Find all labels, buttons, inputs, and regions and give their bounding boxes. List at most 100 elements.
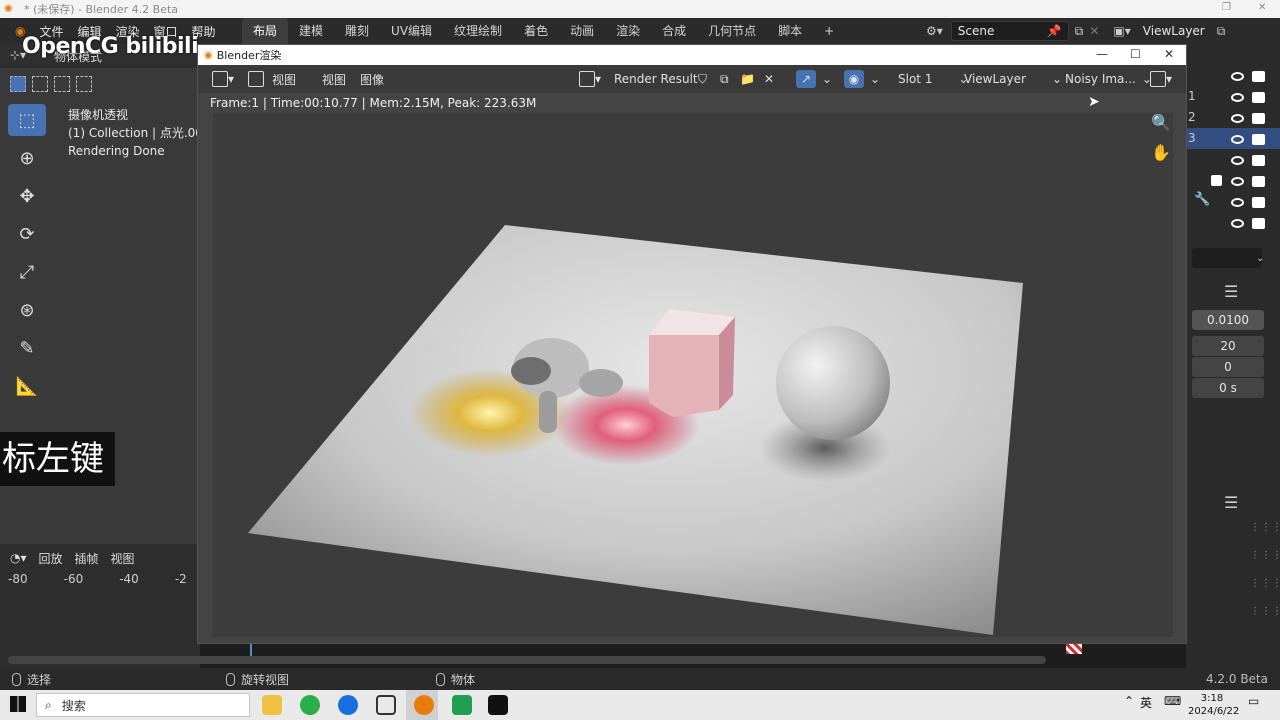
value-field[interactable]: 0.0100 xyxy=(1192,310,1264,330)
select-intersect-icon[interactable] xyxy=(76,76,92,92)
drag-handle-icon[interactable]: ⋮⋮⋮ xyxy=(1250,578,1280,589)
tab-rendering[interactable]: 渲染 xyxy=(605,18,651,44)
unlink-image-icon[interactable]: ✕ xyxy=(764,70,774,88)
visibility-eye-icon[interactable] xyxy=(1231,156,1244,165)
timeline-view-menu[interactable]: 视图 xyxy=(111,550,135,567)
blender-taskbar-icon[interactable] xyxy=(414,695,434,715)
scale-tool[interactable]: ⤢ xyxy=(8,256,46,288)
properties-search[interactable] xyxy=(1192,248,1262,268)
visibility-eye-icon[interactable] xyxy=(1231,219,1244,228)
tab-shading[interactable]: 着色 xyxy=(513,18,559,44)
chevron-down-icon[interactable]: ⌄ xyxy=(822,70,832,88)
screen-recorder-icon[interactable] xyxy=(452,695,472,715)
visibility-eye-icon[interactable] xyxy=(1231,93,1244,102)
render-camera-icon[interactable] xyxy=(1252,218,1265,229)
chevron-down-icon[interactable]: ⌄ xyxy=(870,70,880,88)
value-field[interactable]: 0 s xyxy=(1192,378,1264,398)
notification-icon[interactable]: ▭ xyxy=(1248,694,1259,708)
render-result-canvas[interactable]: 🔍 ✋ xyxy=(213,113,1173,637)
file-explorer-icon[interactable] xyxy=(262,695,282,715)
view-menu[interactable]: 视图 xyxy=(272,70,296,88)
capcut-icon[interactable] xyxy=(488,695,508,715)
checkbox-icon[interactable] xyxy=(1211,175,1222,186)
render-camera-icon[interactable] xyxy=(1252,197,1265,208)
wechat-icon[interactable] xyxy=(300,695,320,715)
pass-selector[interactable]: Noisy Ima... ⌄ xyxy=(1065,70,1152,88)
select-subtract-icon[interactable] xyxy=(54,76,70,92)
view-menu-2[interactable]: 视图 xyxy=(322,70,346,88)
new-scene-icon[interactable]: ⧉ xyxy=(1075,24,1084,39)
keying-menu[interactable]: 插帧 xyxy=(75,550,99,567)
layer-selector[interactable]: ViewLayer ⌄ xyxy=(964,70,1062,88)
overlay-toggle-icon[interactable]: ◉ xyxy=(844,70,864,88)
tray-chevron-icon[interactable]: ⌃ xyxy=(1124,694,1134,708)
drag-handle-icon[interactable]: ⋮⋮⋮ xyxy=(1250,522,1280,533)
timeline-area[interactable]: ◔▾ 回放 插帧 视图 -80 -60 -40 -2 xyxy=(0,544,200,668)
list-icon[interactable]: ☰ xyxy=(1224,282,1238,301)
visibility-eye-icon[interactable] xyxy=(1231,177,1244,186)
tab-animation[interactable]: 动画 xyxy=(559,18,605,44)
maximize-icon[interactable]: ☐ xyxy=(1130,47,1141,61)
visibility-eye-icon[interactable] xyxy=(1231,114,1244,123)
render-camera-icon[interactable] xyxy=(1252,71,1265,82)
image-menu[interactable]: 图像 xyxy=(360,70,384,88)
select-extend-icon[interactable] xyxy=(32,76,48,92)
zoom-tool-icon[interactable]: 🔍 xyxy=(1148,113,1173,135)
wrench-icon[interactable]: 🔧 xyxy=(1194,192,1210,207)
windows-start-icon[interactable] xyxy=(10,696,26,712)
image-name-field[interactable]: Render Result xyxy=(614,70,698,88)
measure-tool[interactable]: 📐 xyxy=(8,370,46,402)
tab-modeling[interactable]: 建模 xyxy=(288,18,334,44)
open-folder-icon[interactable]: 📁 xyxy=(740,70,755,88)
fake-user-shield-icon[interactable]: ⛉ xyxy=(698,70,707,88)
close-icon[interactable]: ✕ xyxy=(1258,2,1266,13)
slot-selector[interactable]: Slot 1 ⌄ xyxy=(898,70,969,88)
tab-uv-editing[interactable]: UV编辑 xyxy=(380,18,443,44)
duplicate-image-icon[interactable]: ⧉ xyxy=(720,70,729,88)
render-camera-icon[interactable] xyxy=(1252,134,1265,145)
cursor-tool[interactable]: ⊕ xyxy=(8,142,46,174)
scene-type-icon[interactable]: ⚙▾ xyxy=(926,24,943,38)
pin-icon[interactable]: 📌 xyxy=(1047,24,1062,38)
tab-geometry-nodes[interactable]: 几何节点 xyxy=(697,18,767,44)
transform-tool[interactable]: ⊛ xyxy=(8,294,46,326)
sample-tool-icon[interactable]: ↗ xyxy=(796,70,816,88)
render-camera-icon[interactable] xyxy=(1252,176,1265,187)
restore-icon[interactable]: ❐ xyxy=(1222,2,1231,13)
value-field[interactable]: 0 xyxy=(1192,357,1264,377)
taskbar-search[interactable]: ⌕ 搜索 xyxy=(36,693,250,717)
rotate-tool[interactable]: ⟳ xyxy=(8,218,46,250)
editor-type-icon[interactable]: ▾ xyxy=(212,70,234,88)
visibility-eye-icon[interactable] xyxy=(1231,198,1244,207)
render-camera-icon[interactable] xyxy=(1252,113,1265,124)
tab-layout[interactable]: 布局 xyxy=(242,18,289,44)
taskbar-clock[interactable]: 3:18 2024/6/22 xyxy=(1188,692,1239,718)
tab-compositing[interactable]: 合成 xyxy=(651,18,697,44)
new-view-layer-icon[interactable]: ⧉ xyxy=(1217,24,1226,39)
list-icon[interactable]: ☰ xyxy=(1224,493,1238,512)
tab-scripting[interactable]: 脚本 xyxy=(767,18,813,44)
pan-hand-icon[interactable]: ✋ xyxy=(1148,139,1173,165)
display-channels-icon[interactable]: ▾ xyxy=(1150,70,1172,88)
add-workspace-button[interactable]: + xyxy=(813,18,845,44)
select-box-icon[interactable] xyxy=(10,76,26,92)
select-box-tool[interactable]: ⬚ xyxy=(8,104,46,136)
video-call-icon[interactable] xyxy=(376,695,396,715)
tab-texture-paint[interactable]: 纹理绘制 xyxy=(443,18,513,44)
minimize-icon[interactable]: — xyxy=(1096,47,1108,61)
chevron-down-icon[interactable]: ⌄ xyxy=(1256,253,1264,264)
tab-sculpting[interactable]: 雕刻 xyxy=(334,18,380,44)
playback-menu[interactable]: 回放 xyxy=(39,550,63,567)
render-camera-icon[interactable] xyxy=(1252,92,1265,103)
delete-scene-icon[interactable]: ✕ xyxy=(1089,24,1099,38)
ime-indicator[interactable]: 英 xyxy=(1140,694,1152,711)
annotate-tool[interactable]: ✎ xyxy=(8,332,46,364)
keyboard-icon[interactable]: ⌨ xyxy=(1164,694,1181,708)
view-layer-field[interactable]: ViewLayer xyxy=(1136,21,1215,41)
qq-browser-icon[interactable] xyxy=(338,695,358,715)
visibility-eye-icon[interactable] xyxy=(1231,72,1244,81)
timeline-scrollbar[interactable] xyxy=(8,656,1046,664)
visibility-eye-icon[interactable] xyxy=(1231,135,1244,144)
view-layer-icon[interactable]: ▣▾ xyxy=(1113,24,1130,38)
render-camera-icon[interactable] xyxy=(1252,155,1265,166)
